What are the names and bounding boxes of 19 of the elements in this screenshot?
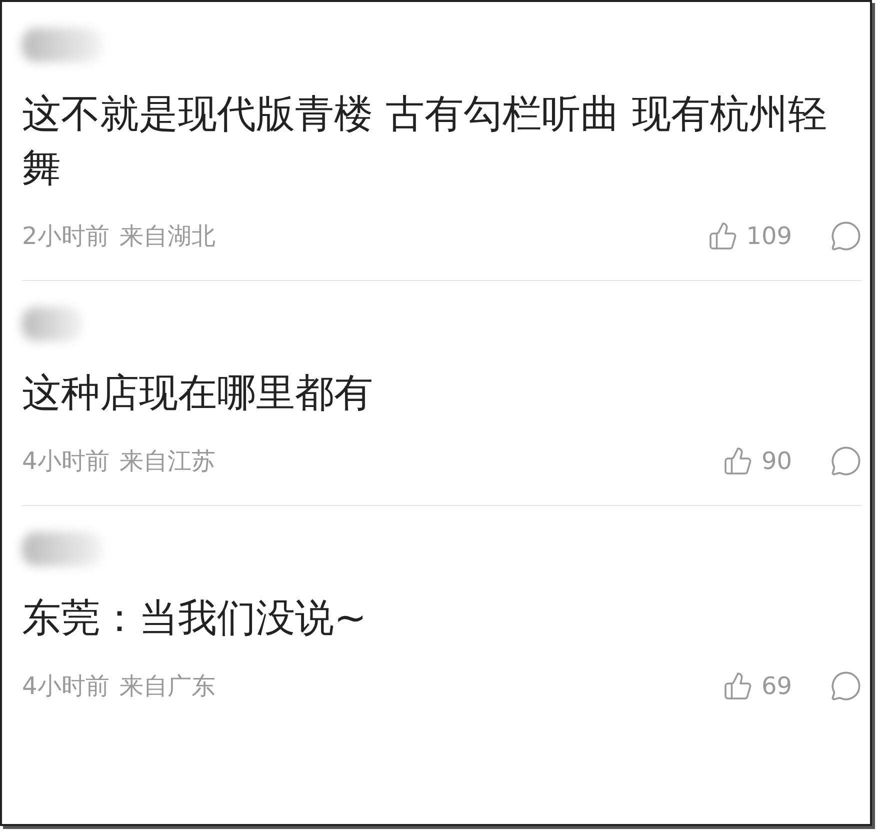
thumbs-up-icon[interactable] xyxy=(723,446,754,476)
comment-icon[interactable] xyxy=(830,445,862,477)
comment-text: 东莞：当我们没说~ xyxy=(22,595,368,643)
like-count: 90 xyxy=(761,447,792,475)
comment-location: 来自湖北 xyxy=(119,221,216,252)
blurred-username xyxy=(22,307,82,341)
thumbs-up-icon[interactable] xyxy=(708,221,738,251)
like-count: 109 xyxy=(746,222,792,250)
comment-time: 4小时前 xyxy=(22,446,110,477)
comment-time: 4小时前 xyxy=(22,671,110,702)
comment-icon[interactable] xyxy=(830,220,862,252)
thumbs-up-icon[interactable] xyxy=(723,671,754,701)
comment-time: 2小时前 xyxy=(22,221,110,252)
comment-text: 这种店现在哪里都有 xyxy=(22,370,374,418)
comment-icon[interactable] xyxy=(830,670,862,702)
comment-location: 来自江苏 xyxy=(119,446,216,477)
like-count: 69 xyxy=(761,672,792,700)
comment-text: 这不就是现代版青楼 古有勾栏听曲 现有杭州轻舞 xyxy=(22,91,828,193)
comment-location: 来自广东 xyxy=(119,671,216,702)
